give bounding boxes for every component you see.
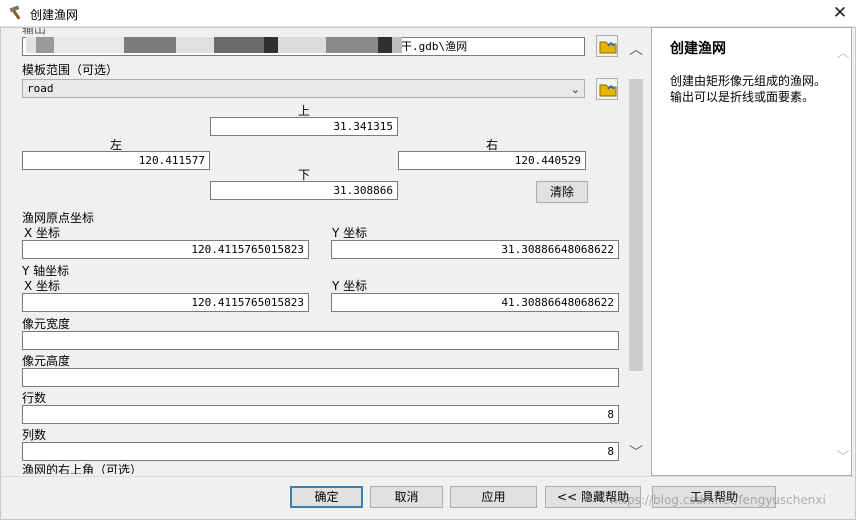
help-body: 创建由矩形像元组成的渔网。输出可以是折线或面要素。 — [670, 74, 827, 104]
rows-field[interactable]: 8 — [22, 405, 619, 424]
output-value: 干.gdb\渔网 — [401, 40, 468, 53]
watermark: https://blog.csdn.net/fengyuschenxi — [610, 493, 826, 507]
scroll-up-icon[interactable]: ︿ — [626, 40, 646, 60]
extent-left-field[interactable]: 120.411577 — [22, 151, 210, 170]
apply-button[interactable]: 应用 — [450, 486, 537, 508]
origin-x-label: X 坐标 — [24, 226, 61, 240]
output-browse-button[interactable] — [596, 35, 618, 57]
chevron-down-icon: ⌄ — [570, 83, 580, 96]
form-scrollbar[interactable]: ︿ ﹀ — [626, 28, 646, 474]
hammer-icon — [8, 5, 26, 21]
cancel-button[interactable]: 取消 — [370, 486, 443, 508]
button-bar-divider — [0, 476, 856, 477]
clear-extent-button[interactable]: 清除 — [536, 181, 588, 203]
template-extent-select[interactable]: road ⌄ — [22, 79, 585, 98]
cell-height-field[interactable] — [22, 368, 619, 387]
template-extent-value: road — [27, 82, 54, 95]
extent-top-field[interactable]: 31.341315 — [210, 117, 398, 136]
rows-label: 行数 — [22, 391, 47, 405]
obscured-path — [26, 37, 402, 53]
scroll-down-icon[interactable]: ﹀ — [626, 443, 646, 463]
template-browse-button[interactable] — [596, 78, 618, 100]
help-title: 创建渔网 — [670, 41, 726, 57]
ok-button[interactable]: 确定 — [290, 486, 363, 508]
extent-right-field[interactable]: 120.440529 — [398, 151, 586, 170]
y-axis-x-field[interactable]: 120.4115765015823 — [22, 293, 309, 312]
columns-field[interactable]: 8 — [22, 442, 619, 461]
output-label: 输出 — [22, 28, 47, 36]
cell-height-label: 像元高度 — [22, 354, 71, 368]
title-bar: 创建渔网 ✕ — [0, 0, 856, 27]
help-panel: 创建渔网 ︿ 创建由矩形像元组成的渔网。输出可以是折线或面要素。 ﹀ — [651, 27, 852, 476]
parameter-form: 输出 干.gdb\渔网 模板范围（可选） road ⌄ 上 31.341315 … — [14, 28, 626, 474]
template-extent-label: 模板范围（可选） — [22, 63, 119, 77]
extent-bottom-field[interactable]: 31.308866 — [210, 181, 398, 200]
cell-width-field[interactable] — [22, 331, 619, 350]
help-scroll-up-icon[interactable]: ︿ — [836, 42, 850, 61]
origin-x-field[interactable]: 120.4115765015823 — [22, 240, 309, 259]
origin-y-label: Y 坐标 — [332, 226, 368, 240]
columns-label: 列数 — [22, 428, 47, 442]
close-icon[interactable]: ✕ — [828, 3, 852, 23]
y-axis-y-label: Y 坐标 — [332, 279, 368, 293]
origin-y-field[interactable]: 31.30886648068622 — [331, 240, 619, 259]
y-axis-y-field[interactable]: 41.30886648068622 — [331, 293, 619, 312]
cell-width-label: 像元宽度 — [22, 317, 71, 331]
window-title: 创建渔网 — [30, 8, 79, 22]
corner-label: 渔网的右上角（可选） — [22, 463, 143, 474]
scroll-thumb[interactable] — [629, 79, 643, 371]
help-scroll-down-icon[interactable]: ﹀ — [836, 446, 850, 465]
y-axis-x-label: X 坐标 — [24, 279, 61, 293]
